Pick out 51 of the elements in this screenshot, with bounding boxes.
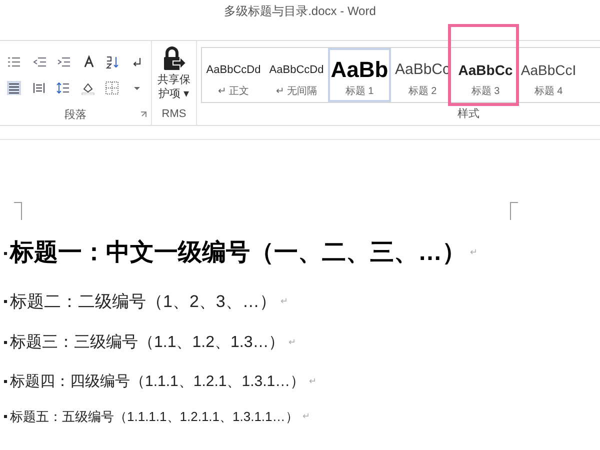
group-label: 段落 — [64, 108, 86, 123]
paragraph-mark: ↵ — [470, 246, 478, 260]
style-preview: AaBbCc — [458, 60, 513, 80]
heading-handle[interactable] — [4, 252, 7, 254]
style-preview: AaBb — [330, 58, 388, 82]
paragraph-mark: ↵ — [280, 295, 288, 308]
group-label: RMS — [162, 106, 186, 122]
style-label: 标题 1 — [345, 84, 374, 99]
align-justify-icon[interactable] — [7, 81, 22, 95]
group-label: 样式 — [458, 106, 480, 122]
heading-handle[interactable] — [4, 415, 7, 418]
lock-arrow-icon[interactable] — [161, 46, 187, 72]
heading-handle[interactable] — [4, 300, 7, 304]
heading-text: 标题四：四级编号（1.1.1、1.2.1、1.3.1…） — [10, 372, 306, 392]
paragraph-mark: ↵ — [309, 375, 318, 388]
heading-handle[interactable] — [4, 380, 7, 384]
style-item[interactable]: AaBbCcDd ↵ 无间隔 — [265, 48, 328, 102]
style-label: ↵ 无间隔 — [276, 85, 317, 99]
style-label: 标题 3 — [471, 84, 500, 99]
list-icon[interactable] — [7, 55, 22, 69]
dialog-launcher-icon[interactable] — [140, 111, 147, 118]
shading-icon[interactable] — [80, 81, 95, 95]
heading-text: 标题二：二级编号（1、2、3、…） — [10, 291, 276, 313]
paragraph-mark: ↵ — [302, 410, 310, 423]
style-item[interactable]: AaBb 标题 1 — [328, 48, 391, 102]
heading-text: 标题一：中文一级编号（一、二、三、…） — [10, 238, 466, 268]
style-item[interactable]: AaBbCc 标题 2 — [391, 48, 454, 102]
margin-corner-mark — [14, 202, 22, 220]
sort-icon[interactable] — [105, 55, 120, 69]
style-item[interactable]: AaBbCcDd ↵ 正文 — [202, 48, 265, 102]
style-preview: AaBbCcDd — [206, 62, 261, 78]
style-preview: AaBbCcDd — [269, 62, 324, 78]
style-preview: AaBbCc — [394, 60, 450, 80]
paragraph-mark: ↵ — [288, 336, 297, 349]
borders-icon[interactable] — [105, 81, 120, 95]
share-protect-button[interactable]: 共享保护项 ▾ — [156, 73, 192, 101]
margin-corner-mark — [510, 202, 518, 220]
heading-handle[interactable] — [4, 341, 7, 344]
line-spacing-icon[interactable] — [56, 81, 70, 95]
style-preview: AaBbCcI — [520, 60, 576, 80]
style-label: 标题 4 — [534, 84, 563, 99]
decrease-indent-icon[interactable] — [32, 55, 46, 69]
style-label: ↵ 正文 — [218, 84, 249, 99]
heading-text: 标题三：三级编号（1.1、1.2、1.3…） — [10, 332, 285, 352]
style-item[interactable]: AaBbCc 标题 3 — [454, 48, 517, 102]
heading-text: 标题五：五级编号（1.1.1.1、1.2.1.1、1.3.1.1…） — [10, 408, 298, 426]
style-item[interactable]: AaBbCcI 标题 4 — [517, 48, 580, 102]
window-title: 多级标题与目录.docx - Word — [224, 3, 376, 20]
distributed-icon[interactable] — [32, 81, 46, 95]
increase-indent-icon[interactable] — [56, 55, 70, 69]
style-label: 标题 2 — [408, 84, 437, 99]
